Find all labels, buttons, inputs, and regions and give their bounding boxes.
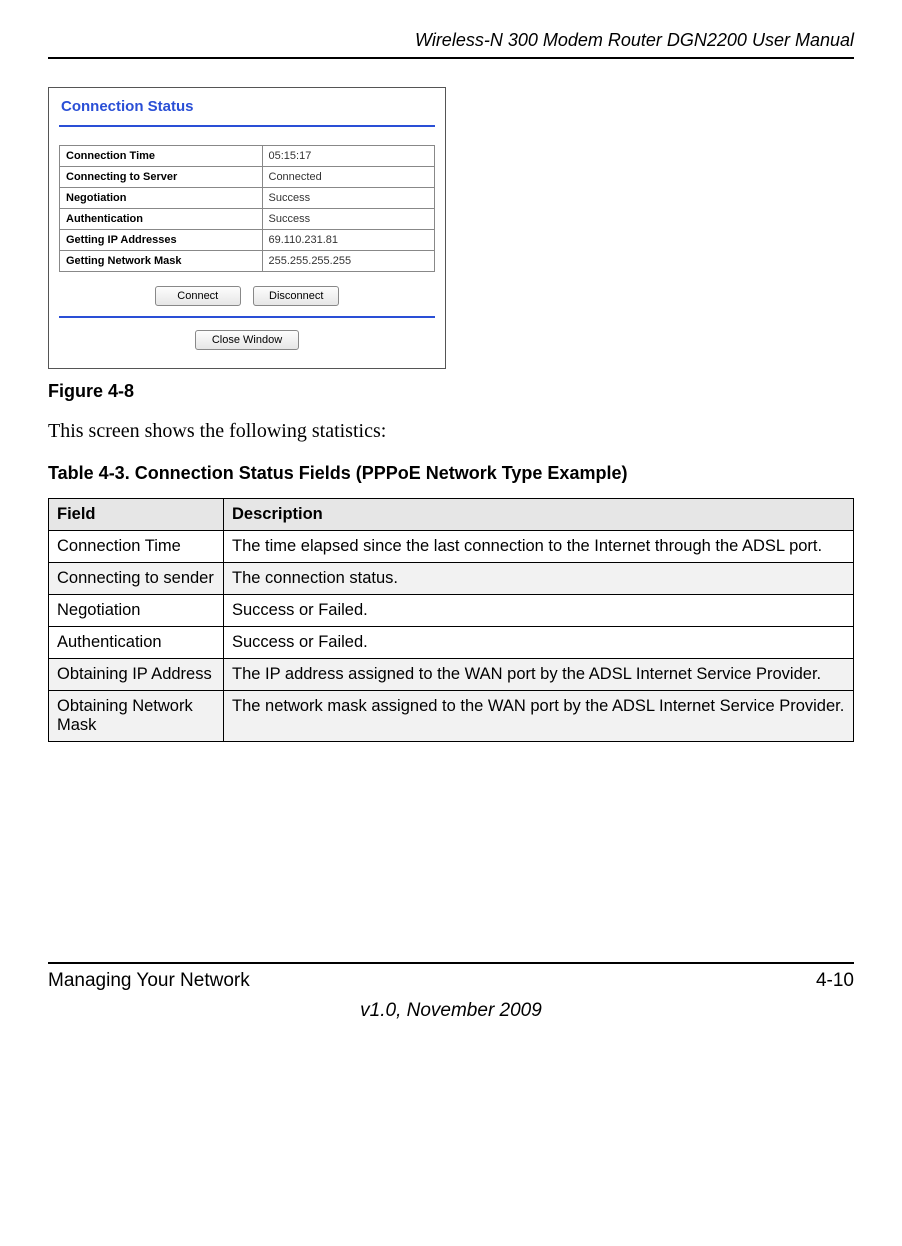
td-field: Obtaining Network Mask [49,691,224,742]
table-row: Obtaining IP Address The IP address assi… [49,659,854,691]
header-rule [48,57,854,59]
td-field: Negotiation [49,595,224,627]
td-field: Connecting to sender [49,563,224,595]
footer-rule [48,962,854,964]
td-desc: The network mask assigned to the WAN por… [224,691,854,742]
connection-status-screenshot: Connection Status Connection Time 05:15:… [48,87,446,369]
footer-left: Managing Your Network [48,970,250,992]
table-row: Connecting to sender The connection stat… [49,563,854,595]
footer-center: v1.0, November 2009 [48,1000,854,1022]
cs-row: Negotiation Success [60,188,435,209]
doc-title: Wireless-N 300 Modem Router DGN2200 User… [48,30,854,51]
cs-value: 69.110.231.81 [262,230,435,251]
td-field: Obtaining IP Address [49,659,224,691]
cs-label: Authentication [60,209,263,230]
page-footer: Managing Your Network 4-10 v1.0, Novembe… [48,962,854,1022]
cs-status-table: Connection Time 05:15:17 Connecting to S… [59,145,435,272]
cs-value: Success [262,209,435,230]
cs-rule-top [59,125,435,127]
th-field: Field [49,499,224,531]
cs-label: Getting IP Addresses [60,230,263,251]
cs-label: Getting Network Mask [60,251,263,272]
td-desc: The IP address assigned to the WAN port … [224,659,854,691]
footer-right: 4-10 [816,970,854,992]
figure-label: Figure 4-8 [48,381,854,402]
table-row: Obtaining Network Mask The network mask … [49,691,854,742]
cs-value: 05:15:17 [262,146,435,167]
table-row: Negotiation Success or Failed. [49,595,854,627]
cs-row: Getting Network Mask 255.255.255.255 [60,251,435,272]
cs-value: Success [262,188,435,209]
cs-row: Connecting to Server Connected [60,167,435,188]
cs-label: Connection Time [60,146,263,167]
cs-close-row: Close Window [59,330,435,350]
td-desc: The time elapsed since the last connecti… [224,531,854,563]
close-window-button[interactable]: Close Window [195,330,299,350]
cs-title: Connection Status [61,98,435,115]
table-row: Connection Time The time elapsed since t… [49,531,854,563]
intro-text: This screen shows the following statisti… [48,420,854,443]
cs-label: Negotiation [60,188,263,209]
table-header-row: Field Description [49,499,854,531]
cs-button-row: Connect Disconnect [59,286,435,306]
td-desc: Success or Failed. [224,595,854,627]
cs-value: Connected [262,167,435,188]
cs-value: 255.255.255.255 [262,251,435,272]
td-desc: Success or Failed. [224,627,854,659]
cs-rule-bottom [59,316,435,318]
connect-button[interactable]: Connect [155,286,241,306]
cs-label: Connecting to Server [60,167,263,188]
disconnect-button[interactable]: Disconnect [253,286,339,306]
table-row: Authentication Success or Failed. [49,627,854,659]
table-caption: Table 4-3. Connection Status Fields (PPP… [48,463,854,484]
td-field: Connection Time [49,531,224,563]
td-field: Authentication [49,627,224,659]
td-desc: The connection status. [224,563,854,595]
cs-row: Authentication Success [60,209,435,230]
cs-row: Connection Time 05:15:17 [60,146,435,167]
cs-row: Getting IP Addresses 69.110.231.81 [60,230,435,251]
th-description: Description [224,499,854,531]
description-table: Field Description Connection Time The ti… [48,498,854,742]
